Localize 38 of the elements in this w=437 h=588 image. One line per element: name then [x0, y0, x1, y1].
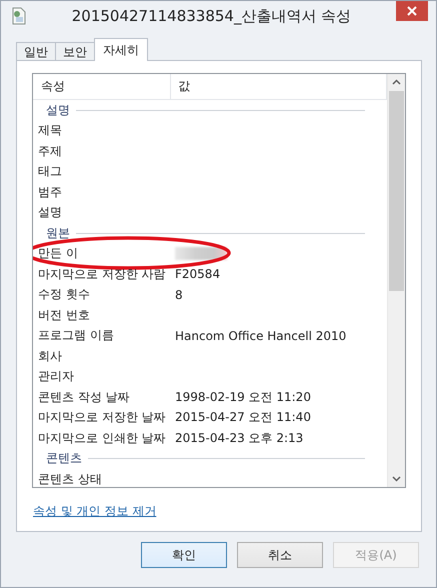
tab[interactable]: 일반	[16, 42, 56, 61]
property-value: 2015-04-27 오전 11:40	[174, 409, 311, 426]
property-name: 마지막으로 저장한 날짜	[37, 409, 167, 426]
property-name: 회사	[37, 348, 63, 365]
property-name: 태그	[37, 163, 63, 180]
property-name: 만든 이	[37, 245, 79, 262]
close-button[interactable]	[396, 1, 428, 21]
property-name: 범주	[37, 184, 63, 201]
group-label: 원본	[46, 224, 70, 242]
property-value: Hancom Office Hancell 2010	[174, 328, 346, 343]
group-label: 콘텐츠	[46, 450, 82, 468]
property-name: 마지막으로 저장한 사람	[37, 266, 167, 283]
remove-properties-link[interactable]: 속성 및 개인 정보 제거	[32, 503, 156, 520]
window-title: 20150427114833854_산출내역서 속성	[70, 6, 352, 26]
group-label: 설명	[46, 102, 70, 119]
property-name: 설명	[37, 204, 63, 222]
property-value: 8	[174, 288, 183, 302]
close-icon	[407, 6, 417, 16]
property-value: 1998-02-19 오전 11:20	[174, 388, 311, 406]
property-name: 프로그램 이름	[37, 327, 115, 344]
property-name: 주제	[37, 142, 63, 160]
property-name: 콘텐츠 상태	[37, 470, 103, 487]
property-value: F20584	[174, 267, 220, 282]
column-header[interactable]: 속성	[41, 78, 65, 95]
document-icon	[11, 7, 27, 25]
property-value: 2015-04-23 오후 2:13	[174, 430, 304, 447]
property-name: 버전 번호	[37, 306, 91, 324]
dialog-button[interactable]: 취소	[237, 542, 323, 568]
tab[interactable]: 자세히	[94, 38, 148, 61]
dialog-button[interactable]: 확인	[141, 542, 227, 568]
property-name: 수정 횟수	[37, 286, 91, 304]
property-name: 제목	[37, 122, 63, 140]
property-name: 관리자	[37, 368, 75, 386]
scrollbar[interactable]	[387, 74, 405, 487]
property-name: 마지막으로 인쇄한 날짜	[37, 430, 167, 447]
column-header[interactable]: 값	[178, 78, 190, 95]
scrollbar-thumb[interactable]	[389, 91, 404, 291]
property-name: 콘텐츠 작성 날짜	[37, 388, 131, 406]
